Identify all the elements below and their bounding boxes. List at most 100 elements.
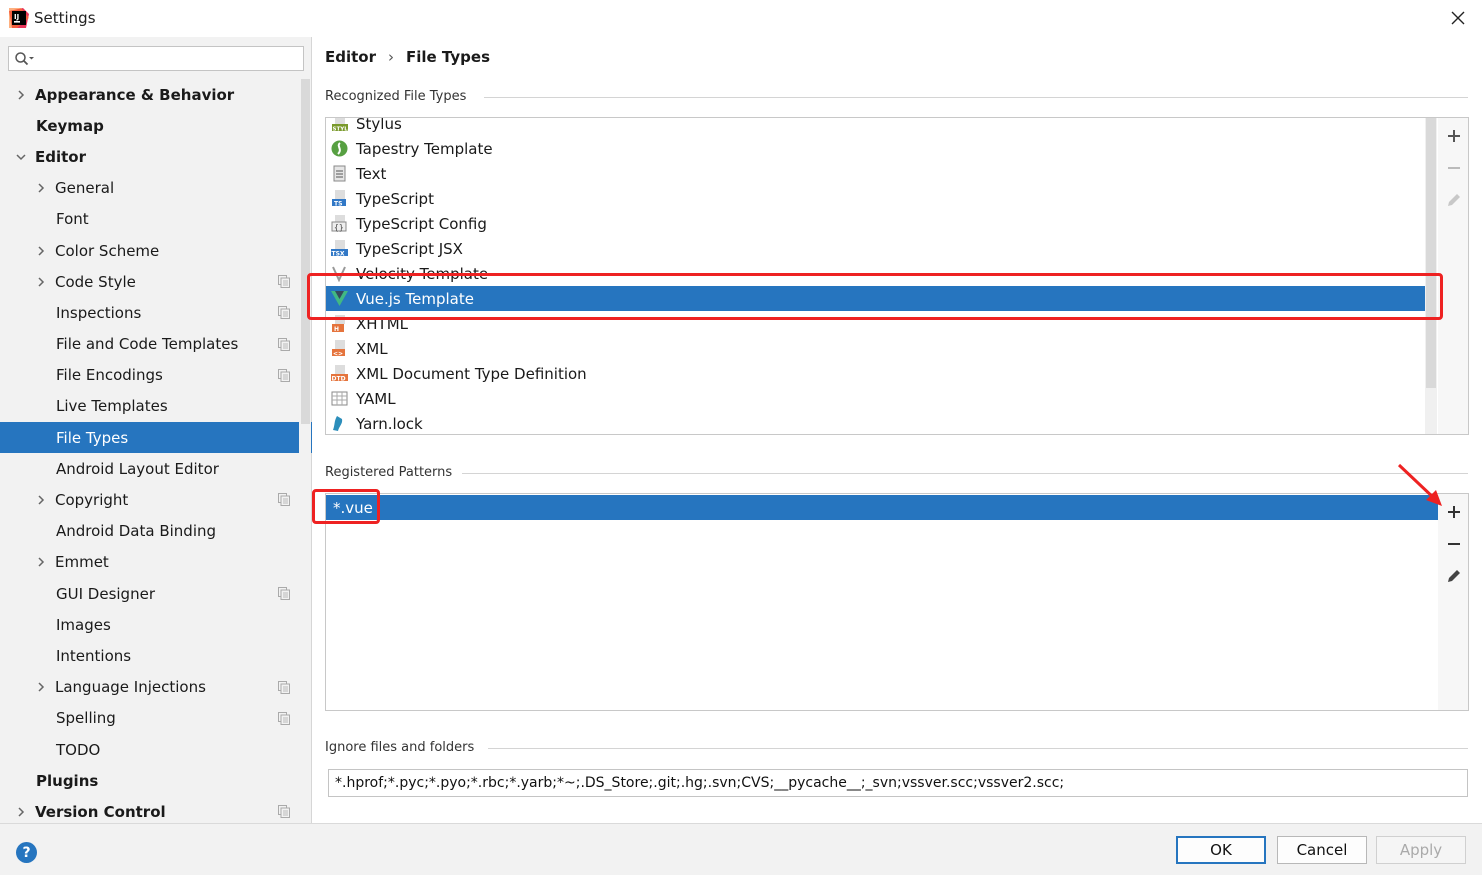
file-type-row[interactable]: TSX TypeScript JSX bbox=[326, 236, 1424, 261]
sidebar-item-file-encodings[interactable]: File Encodings bbox=[0, 360, 300, 391]
sidebar-item-spelling[interactable]: Spelling bbox=[0, 703, 300, 734]
file-type-row[interactable]: H XHTML bbox=[326, 311, 1424, 336]
file-type-label: TypeScript JSX bbox=[356, 239, 463, 258]
chevron-right-icon[interactable] bbox=[35, 276, 47, 288]
sidebar-item-images[interactable]: Images bbox=[0, 609, 300, 640]
sidebar-item-label: Spelling bbox=[56, 709, 116, 728]
remove-file-type-button[interactable] bbox=[1444, 158, 1463, 177]
help-button[interactable]: ? bbox=[16, 842, 37, 863]
sidebar-item-inspections[interactable]: Inspections bbox=[0, 297, 300, 328]
sidebar-item-copyright[interactable]: Copyright bbox=[0, 484, 300, 515]
sidebar-item-todo[interactable]: TODO bbox=[0, 734, 300, 765]
file-type-row[interactable]: {} TypeScript Config bbox=[326, 211, 1424, 236]
sidebar-item-file-and-code-templates[interactable]: File and Code Templates bbox=[0, 329, 300, 360]
sidebar-item-label: Live Templates bbox=[56, 397, 168, 416]
project-scope-icon bbox=[278, 587, 290, 600]
file-type-row[interactable]: DTD XML Document Type Definition bbox=[326, 361, 1424, 386]
svg-text:{}: {} bbox=[334, 223, 344, 232]
search-box[interactable] bbox=[8, 46, 304, 71]
apply-button[interactable]: Apply bbox=[1376, 836, 1466, 864]
ok-button[interactable]: OK bbox=[1176, 836, 1266, 864]
search-input[interactable] bbox=[37, 49, 297, 68]
patterns-list[interactable]: *.vue bbox=[325, 493, 1439, 711]
project-scope-icon bbox=[278, 306, 290, 320]
edit-file-type-button[interactable] bbox=[1444, 190, 1463, 209]
settings-tree: Appearance & Behavior Keymap Editor General… bbox=[0, 79, 312, 828]
sidebar-item-label: Android Data Binding bbox=[56, 522, 217, 541]
add-file-type-button[interactable] bbox=[1444, 126, 1463, 145]
sidebar-item-intentions[interactable]: Intentions bbox=[0, 640, 300, 671]
chevron-right-icon[interactable] bbox=[15, 806, 27, 818]
chevron-right-icon[interactable] bbox=[35, 182, 47, 194]
file-type-label: Velocity Template bbox=[356, 264, 489, 283]
sidebar-item-keymap[interactable]: Keymap bbox=[0, 110, 300, 141]
close-button[interactable] bbox=[1446, 6, 1470, 30]
file-types-scrollbar[interactable] bbox=[1425, 118, 1437, 434]
sidebar-item-font[interactable]: Font bbox=[0, 204, 300, 235]
sidebar-item-label: Inspections bbox=[56, 303, 142, 322]
chevron-right-icon[interactable] bbox=[35, 556, 47, 568]
file-type-row[interactable]: Text bbox=[326, 161, 1424, 186]
recognized-file-types-title: Recognized File Types bbox=[325, 89, 467, 104]
file-type-row[interactable]: YAML bbox=[326, 386, 1424, 411]
sidebar-item-color-scheme[interactable]: Color Scheme bbox=[0, 235, 300, 266]
pattern-row[interactable]: *.vue bbox=[326, 495, 1438, 520]
sidebar-item-appearance-behavior[interactable]: Appearance & Behavior bbox=[0, 79, 300, 110]
sidebar-item-android-data-binding[interactable]: Android Data Binding bbox=[0, 516, 300, 547]
sidebar-item-gui-designer[interactable]: GUI Designer bbox=[0, 578, 300, 609]
yarn-icon bbox=[333, 416, 343, 431]
chevron-right-icon[interactable] bbox=[35, 245, 47, 257]
sidebar-item-live-templates[interactable]: Live Templates bbox=[0, 391, 300, 422]
file-type-label: XML Document Type Definition bbox=[356, 364, 587, 383]
cancel-button[interactable]: Cancel bbox=[1277, 836, 1367, 864]
file-type-row[interactable]: Tapestry Template bbox=[326, 136, 1424, 161]
sidebar-item-label: General bbox=[55, 179, 115, 198]
file-type-label: XML bbox=[356, 339, 388, 358]
file-type-row[interactable]: Yarn.lock bbox=[326, 411, 1424, 434]
chevron-right-icon[interactable] bbox=[35, 494, 47, 506]
intellij-icon: IJ bbox=[9, 8, 29, 28]
sidebar-item-label: Version Control bbox=[35, 802, 166, 821]
sidebar-scrollbar[interactable] bbox=[299, 79, 311, 815]
edit-pattern-button[interactable] bbox=[1444, 566, 1463, 585]
project-scope-icon bbox=[278, 275, 290, 289]
file-type-row[interactable]: STYL Stylus bbox=[326, 118, 1424, 136]
velocity-icon bbox=[332, 266, 346, 282]
file-type-label: Tapestry Template bbox=[356, 139, 493, 158]
breadcrumb-parent[interactable]: Editor bbox=[325, 48, 376, 66]
sidebar-item-label: File Types bbox=[56, 428, 129, 447]
file-type-row[interactable]: TS TypeScript bbox=[326, 186, 1424, 211]
sidebar-item-code-style[interactable]: Code Style bbox=[0, 266, 300, 297]
pencil-icon bbox=[1447, 569, 1460, 582]
sidebar-item-general[interactable]: General bbox=[0, 173, 300, 204]
remove-pattern-button[interactable] bbox=[1444, 534, 1463, 553]
file-type-label: TypeScript Config bbox=[356, 214, 487, 233]
add-pattern-button[interactable] bbox=[1444, 502, 1463, 521]
chevron-right-icon[interactable] bbox=[15, 89, 27, 101]
yaml-icon bbox=[331, 391, 348, 406]
group-separator bbox=[462, 473, 1468, 474]
vue-icon bbox=[331, 291, 348, 306]
sidebar-item-editor[interactable]: Editor bbox=[0, 141, 300, 172]
sidebar-item-emmet[interactable]: Emmet bbox=[0, 547, 300, 578]
sidebar-scrollbar-thumb[interactable] bbox=[301, 79, 310, 424]
chevron-right-icon[interactable] bbox=[35, 681, 47, 693]
file-types-scrollbar-thumb[interactable] bbox=[1426, 118, 1436, 388]
svg-text:<>: <> bbox=[333, 351, 343, 358]
annotation-arrow bbox=[1397, 463, 1442, 506]
chevron-down-icon[interactable] bbox=[15, 151, 27, 163]
sidebar-item-language-injections[interactable]: Language Injections bbox=[0, 672, 300, 703]
sidebar-item-plugins[interactable]: Plugins bbox=[0, 765, 300, 796]
sidebar-item-file-types[interactable]: File Types bbox=[0, 422, 312, 454]
ignore-files-input[interactable] bbox=[328, 769, 1468, 797]
svg-text:TS: TS bbox=[334, 201, 342, 208]
breadcrumb: Editor › File Types bbox=[325, 48, 490, 66]
file-types-list[interactable]: Yarn.lock YAML DTD XML Document Type Defini… bbox=[325, 117, 1439, 435]
file-type-row[interactable]: <> XML bbox=[326, 336, 1424, 361]
typescript-jsx-icon: TSX bbox=[331, 240, 348, 257]
file-type-row[interactable]: Velocity Template bbox=[326, 261, 1424, 286]
file-type-row[interactable]: Vue.js Template bbox=[326, 286, 1437, 311]
search-icon[interactable] bbox=[14, 51, 34, 67]
sidebar-item-label: TODO bbox=[56, 740, 101, 759]
sidebar-item-android-layout-editor[interactable]: Android Layout Editor bbox=[0, 453, 300, 484]
